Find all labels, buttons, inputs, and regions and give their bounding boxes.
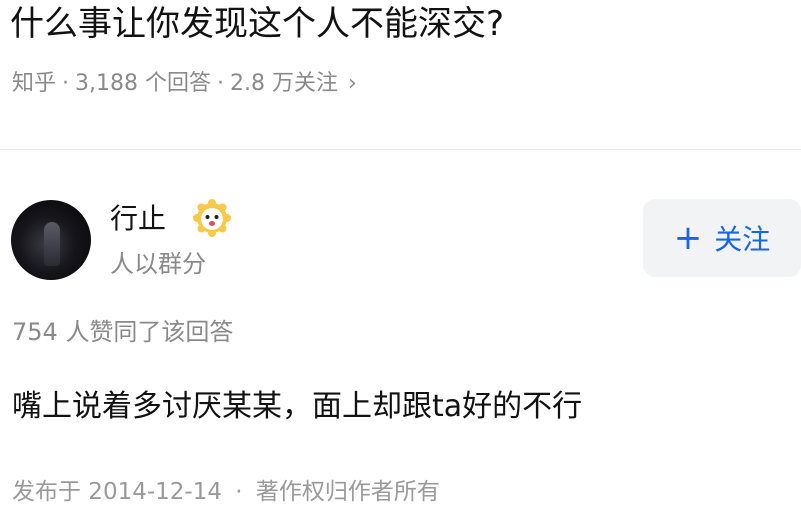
divider xyxy=(0,149,801,150)
copyright-note: 著作权归作者所有 xyxy=(255,479,440,505)
question-meta[interactable]: 知乎 · 3,188 个回答 · 2.8 万关注 › xyxy=(12,68,357,100)
follow-button[interactable]: + 关注 xyxy=(643,199,801,277)
follow-label: 关注 xyxy=(714,223,771,256)
avatar[interactable] xyxy=(11,200,91,280)
answer-count: 3,188 个回答 xyxy=(75,71,211,96)
author-bio: 人以群分 xyxy=(110,250,206,278)
likes-count[interactable]: 754 人赞同了该回答 xyxy=(12,315,233,349)
follower-count: 2.8 万关注 xyxy=(230,71,338,96)
question-title[interactable]: 什么事让你发现这个人不能深交? xyxy=(10,2,504,46)
meta-separator: · xyxy=(62,71,70,96)
avatar-figure xyxy=(44,222,60,266)
source-label: 知乎 xyxy=(12,71,57,96)
author-name[interactable]: 行止 xyxy=(110,200,166,238)
answer-footer: 发布于 2014-12-14 · 著作权归作者所有 xyxy=(12,476,440,508)
plus-icon: + xyxy=(673,218,703,258)
meta-separator: · xyxy=(217,71,224,96)
publish-date: 发布于 2014-12-14 xyxy=(12,479,222,505)
footer-separator: · xyxy=(235,479,243,505)
chevron-right-icon[interactable]: › xyxy=(348,68,357,100)
answer-content[interactable]: 嘴上说着多讨厌某某，面上却跟ta好的不行 xyxy=(12,385,582,429)
smiley-badge-icon xyxy=(193,199,231,237)
